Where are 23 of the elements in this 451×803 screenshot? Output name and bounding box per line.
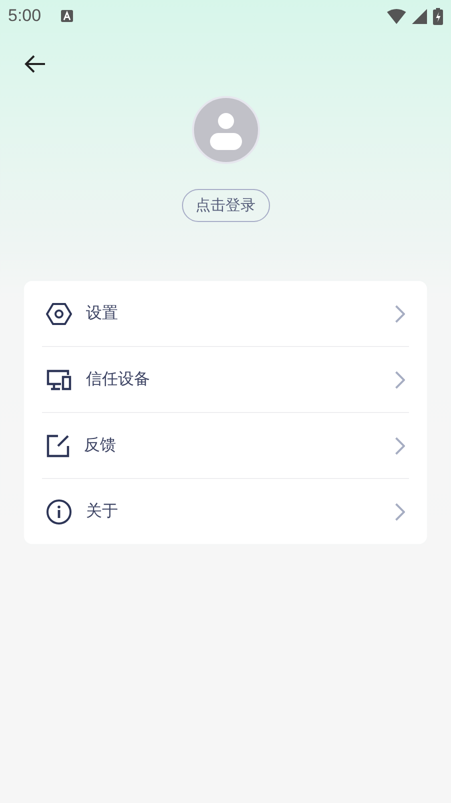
chevron-icon: [395, 304, 405, 322]
chevron-icon: [395, 436, 405, 454]
menu-item[interactable]: 关于: [42, 479, 409, 544]
login-button[interactable]: 点击登录: [182, 189, 270, 222]
chevron-icon: [395, 370, 405, 388]
info-icon: [46, 498, 72, 524]
status-time: 5:00: [8, 6, 42, 26]
menu-item[interactable]: 信任设备: [42, 347, 409, 413]
chevron-icon: [395, 502, 405, 520]
devices-icon: [46, 368, 72, 390]
wifi-icon: [387, 8, 406, 24]
menu-item[interactable]: 反馈: [42, 413, 409, 479]
battery-icon: [433, 8, 443, 24]
menu-label: 反馈: [84, 435, 117, 456]
menu-label: 信任设备: [86, 369, 151, 390]
edit-icon: [46, 434, 70, 458]
menu-label: 设置: [86, 303, 119, 324]
notification-icon: [61, 10, 74, 22]
menu-label: 关于: [86, 501, 119, 522]
signal-icon: [412, 8, 427, 24]
menu-item[interactable]: 设置: [42, 281, 409, 347]
back-arrow-icon[interactable]: [24, 55, 46, 73]
settings-icon: [46, 302, 72, 326]
